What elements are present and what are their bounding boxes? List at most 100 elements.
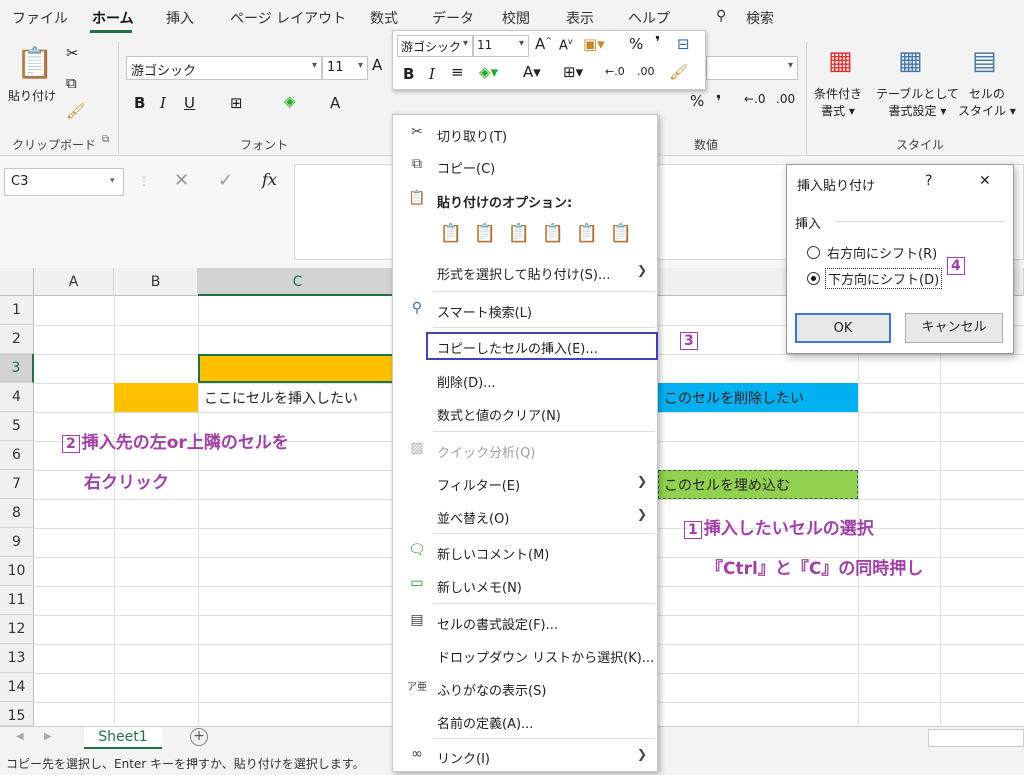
percent-button[interactable]: % [629,35,643,53]
radio-shift-down[interactable] [807,272,820,285]
increase-decimal-icon[interactable]: ←.0 [744,92,766,106]
merge-center-icon[interactable]: ⊟ [677,35,690,53]
name-box[interactable]: C3 [4,168,124,196]
percent-style-button[interactable]: % [690,92,704,110]
cancel-icon[interactable]: ✕ [174,170,189,191]
menu-item-cut[interactable]: ✂ 切り取り(T) [393,119,657,149]
underline-button[interactable]: U [184,94,195,112]
grow-font-icon[interactable]: A [372,56,382,74]
menu-item-new-comment[interactable]: 🗨 新しいコメント(M) [393,537,657,567]
menu-item-format-cells[interactable]: ▤ セルの書式設定(F)... [393,607,657,637]
number-format-combo[interactable]: ▾ [706,56,798,80]
row-header[interactable]: 5 [0,412,34,441]
paste-link-icon[interactable]: 📋 [609,223,633,251]
row-header[interactable]: 9 [0,528,34,557]
radio-shift-right-label[interactable]: 右方向にシフト(R) [827,243,937,262]
format-painter-icon[interactable]: 🖌 [669,63,688,81]
font-color-icon[interactable]: A▾ [523,63,541,81]
menu-item-link[interactable]: ∞ リンク(I) ❯ [393,741,657,771]
font-size-combo[interactable]: 11 ▾ [322,56,368,80]
menu-item-new-note[interactable]: ▭ 新しいメモ(N) [393,570,657,600]
tab-search[interactable]: 検索 [746,8,774,28]
paste-transpose-icon[interactable]: 📋 [541,223,565,251]
paste-values-icon[interactable]: 📋 [473,223,497,251]
decrease-decimal-icon[interactable]: .00 [776,92,795,106]
cell-styles-icon[interactable]: ▤ [972,46,997,76]
row-header[interactable]: 3 [0,354,34,383]
prev-sheet-icon[interactable]: ◀ [16,731,24,742]
cell-styles-button[interactable]: セルの スタイル ▾ [958,86,1016,120]
paste-button[interactable]: 貼り付け [8,88,56,105]
row-header[interactable]: 7 [0,470,34,499]
shrink-font-icon[interactable]: Av [559,37,573,53]
row-header[interactable]: 15 [0,702,34,726]
mini-italic-button[interactable]: I [429,65,435,83]
row-header[interactable]: 10 [0,557,34,586]
align-center-icon[interactable]: ≡ [451,63,464,81]
bold-button[interactable]: B [134,94,145,112]
column-header-a[interactable]: A [34,268,114,296]
mini-font-name[interactable]: 游ゴシック ▾ [397,35,473,57]
format-painter-icon[interactable]: 🖌 [66,102,85,120]
row-header[interactable]: 1 [0,296,34,325]
copy-icon[interactable]: ⧉ [66,74,77,92]
paste-icon[interactable]: 📋 [16,46,53,81]
italic-button[interactable]: I [160,94,166,112]
row-header[interactable]: 14 [0,673,34,702]
font-color-icon[interactable]: A [330,94,340,112]
tab-page-layout[interactable]: ページ レイアウト [230,8,346,28]
tab-file[interactable]: ファイル [12,8,68,28]
row-header[interactable]: 2 [0,325,34,354]
comma-style-icon[interactable]: ❜ [655,33,660,51]
font-name-combo[interactable]: 游ゴシック ▾ [126,56,322,80]
number-format-icon[interactable]: ▣▾ [583,35,605,53]
menu-item-define-name[interactable]: 名前の定義(A)... [393,706,657,736]
paste-formulas-icon[interactable]: 📋 [507,223,531,251]
grow-font-icon[interactable]: A^ [535,35,552,53]
cut-icon[interactable]: ✂ [66,44,79,62]
tab-insert[interactable]: 挿入 [166,8,194,28]
row-header[interactable]: 4 [0,383,34,412]
format-as-table-button[interactable]: テーブルとして 書式設定 ▾ [876,86,959,120]
menu-item-delete[interactable]: 削除(D)... [393,365,657,395]
row-header[interactable]: 12 [0,615,34,644]
tab-view[interactable]: 表示 [566,8,594,28]
increase-decimal-icon[interactable]: ←.0 [605,65,625,78]
comma-style-icon[interactable]: ❜ [716,92,721,110]
menu-item-smart-lookup[interactable]: ⚲ スマート検索(L) [393,295,657,325]
row-header[interactable]: 8 [0,499,34,528]
borders-icon[interactable]: ⊞▾ [563,63,583,81]
horizontal-scrollbar[interactable] [928,729,1024,747]
search-icon[interactable]: ⚲ [716,8,726,24]
paste-icon[interactable]: 📋 [439,223,463,251]
tab-formulas[interactable]: 数式 [370,8,398,28]
radio-shift-down-label[interactable]: 下方向にシフト(D) [825,268,943,289]
fill-color-icon[interactable]: ◈ [284,92,296,110]
conditional-format-button[interactable]: 条件付き 書式 ▾ [814,86,862,120]
mini-font-size[interactable]: 11 ▾ [473,35,529,57]
tab-data[interactable]: データ [432,8,474,28]
select-all-corner[interactable] [0,268,34,296]
column-header-c[interactable]: C [198,268,398,296]
format-as-table-icon[interactable]: ▦ [898,46,923,76]
menu-item-paste-special[interactable]: 形式を選択して貼り付け(S)... ❯ [393,257,657,287]
fill-color-icon[interactable]: ◈▾ [479,63,498,81]
paste-formatting-icon[interactable]: 📋 [575,223,599,251]
name-box-dropdown-icon[interactable]: ▾ [110,176,115,186]
ok-button[interactable]: OK [795,313,891,343]
next-sheet-icon[interactable]: ▶ [44,731,52,742]
tab-home[interactable]: ホーム [92,8,134,28]
radio-shift-right[interactable] [807,246,820,259]
menu-item-phonetic[interactable]: ア亜 ふりがなの表示(S) [393,673,657,703]
sheet-tab-sheet1[interactable]: Sheet1 [84,727,162,749]
menu-item-copy[interactable]: ⧉ コピー(C) [393,151,657,181]
row-header[interactable]: 11 [0,586,34,615]
conditional-format-icon[interactable]: ▦ [828,46,853,76]
menu-item-pick-from-list[interactable]: ドロップダウン リストから選択(K)... [393,640,657,670]
enter-icon[interactable]: ✓ [218,170,233,191]
row-header[interactable]: 13 [0,644,34,673]
close-button[interactable]: ✕ [979,173,991,189]
cell-c3-selected[interactable] [198,354,398,383]
menu-item-sort[interactable]: 並べ替え(O) ❯ [393,501,657,531]
add-sheet-button[interactable]: + [190,728,208,746]
